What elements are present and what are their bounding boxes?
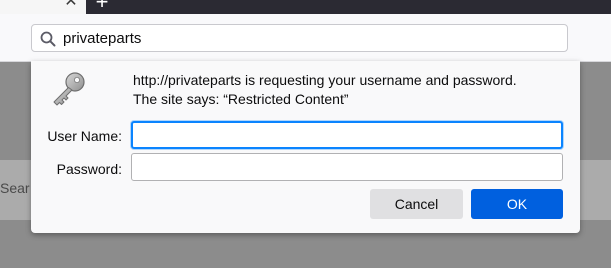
new-tab-icon[interactable]: +: [93, 0, 111, 13]
username-field[interactable]: [131, 121, 563, 149]
page-search-label: Sear: [0, 180, 30, 196]
close-icon[interactable]: ✕: [63, 0, 79, 10]
ok-button[interactable]: OK: [471, 189, 563, 219]
active-tab[interactable]: ✕: [0, 0, 86, 14]
auth-message: http://privateparts is requesting your u…: [133, 71, 517, 109]
username-label: User Name:: [47, 128, 122, 144]
key-icon: [53, 72, 85, 106]
auth-dialog: http://privateparts is requesting your u…: [31, 61, 580, 233]
cancel-button[interactable]: Cancel: [370, 189, 463, 219]
password-field[interactable]: [131, 153, 563, 181]
password-label: Password:: [56, 161, 122, 177]
auth-message-line-2: The site says: “Restricted Content”: [133, 91, 349, 107]
url-text[interactable]: privateparts: [63, 30, 141, 48]
tab-strip-background: [86, 0, 611, 14]
url-bar[interactable]: privateparts: [31, 24, 568, 52]
tab-strip: ✕ +: [0, 0, 611, 14]
auth-message-line-1: http://privateparts is requesting your u…: [133, 72, 517, 88]
navigation-toolbar: privateparts: [0, 14, 611, 62]
search-icon: [40, 31, 56, 47]
